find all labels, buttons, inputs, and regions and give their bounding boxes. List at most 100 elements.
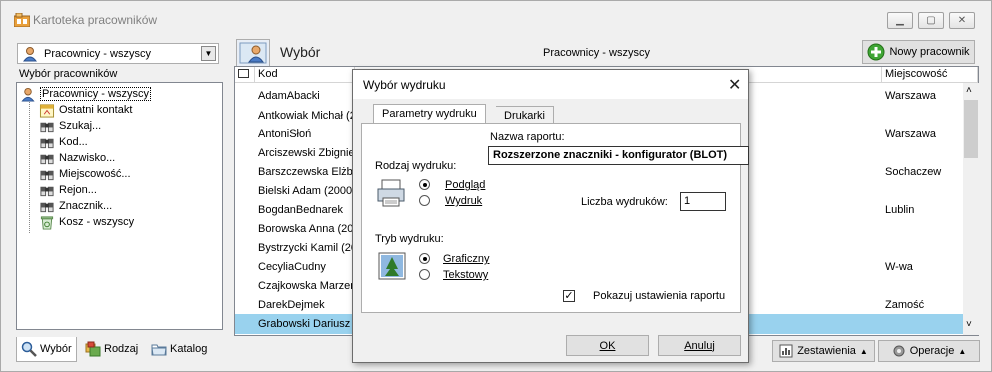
zestawienia-button[interactable]: Zestawienia ▲ — [772, 340, 875, 362]
show-settings-checkbox[interactable]: ✓ — [563, 290, 575, 302]
tab-parametry[interactable]: Parametry wydruku — [373, 104, 486, 124]
column-header-label: Kod — [258, 68, 278, 80]
new-employee-button[interactable]: Nowy pracownik — [862, 40, 975, 64]
dialog-title-bar: Wybór wydruku ✕ — [353, 70, 748, 99]
tree-connector — [29, 99, 30, 233]
cancel-button[interactable]: Anuluj — [658, 335, 741, 356]
cell-kod: BogdanBednarek — [258, 204, 344, 216]
close-window-button[interactable]: ✕ — [949, 12, 975, 29]
left-caption: Wybór pracowników — [19, 68, 118, 80]
header-user-icon — [236, 39, 270, 67]
tab-label: Katalog — [170, 343, 208, 355]
minimize-button[interactable]: ▁ — [887, 12, 913, 29]
chevron-up-icon: ▲ — [859, 346, 868, 356]
minimize-icon: ▁ — [896, 15, 904, 26]
report-name-label: Nazwa raportu: — [490, 131, 565, 143]
tree-item-label: Znacznik... — [59, 200, 113, 212]
user-icon — [21, 87, 35, 102]
cell-city: W-wa — [885, 261, 913, 273]
cell-city: Sochaczew — [885, 166, 942, 178]
app-icon — [14, 13, 30, 27]
cell-kod: Arciszewski Zbignie — [258, 147, 355, 159]
cell-city: Warszawa — [885, 128, 936, 140]
filter-combo[interactable]: Pracownicy - wszyscy ▼ — [17, 43, 219, 64]
selection-tree: Pracownicy - wszyscy Ostatni kontakt Szu… — [16, 82, 223, 330]
tree-item-label: Kosz - wszyscy — [59, 216, 135, 228]
operacje-button[interactable]: Operacje ▲ — [878, 340, 980, 362]
chevron-up-icon[interactable]: ˄ — [966, 85, 972, 96]
close-icon: ✕ — [957, 15, 967, 26]
check-icon: ✓ — [564, 290, 574, 302]
tekstowy-label: Tekstowy — [443, 269, 489, 281]
print-mode-label: Tryb wydruku: — [375, 233, 444, 245]
new-employee-label: Nowy pracownik — [889, 46, 970, 58]
plus-icon — [867, 43, 885, 61]
tree-item-label: Pracownicy - wszyscy — [40, 87, 151, 101]
maximize-icon: ▢ — [926, 15, 936, 26]
tab-katalog[interactable]: Katalog — [147, 337, 211, 361]
cell-city: Zamość — [885, 299, 925, 311]
print-type-label: Rodzaj wydruku: — [375, 160, 457, 172]
maximize-button[interactable]: ▢ — [918, 12, 944, 29]
dialog-title: Wybór wydruku — [363, 78, 446, 92]
show-settings-label: Pokazuj ustawienia raportu — [593, 290, 726, 302]
cell-kod: CecyliaCudny — [258, 261, 326, 273]
tree-item-label: Szukaj... — [59, 120, 102, 132]
window-title: Kartoteka pracowników — [33, 13, 158, 27]
cell-city: Lublin — [885, 204, 915, 216]
ok-label: OK — [599, 339, 616, 352]
binoculars-icon — [40, 122, 54, 133]
radio-graficzny[interactable] — [419, 253, 430, 264]
chevron-down-icon[interactable]: ▼ — [201, 46, 216, 61]
cell-kod: Bielski Adam (20003 — [258, 185, 358, 197]
cell-kod: Antkowiak Michał (2 — [258, 110, 356, 122]
tab-rodzaj[interactable]: Rodzaj — [81, 337, 142, 361]
column-header-miejscowosc[interactable]: Miejscowość — [882, 67, 978, 83]
tab-label: Drukarki — [504, 110, 545, 122]
cell-city: Warszawa — [885, 90, 936, 102]
copies-label: Liczba wydruków: — [581, 196, 668, 208]
podglad-label: Podgląd — [445, 179, 486, 191]
gear-icon — [893, 345, 905, 357]
close-icon[interactable]: ✕ — [728, 75, 741, 95]
filter-combo-value: Pracownicy - wszyscy — [44, 48, 151, 60]
tree-item-label: Kod... — [59, 136, 88, 148]
cell-kod: Czajkowska Marzen — [258, 280, 357, 292]
picture-icon — [378, 252, 406, 280]
chevron-down-icon[interactable]: ˅ — [966, 319, 972, 330]
radio-podglad[interactable] — [419, 179, 430, 190]
user-icon — [22, 47, 38, 62]
cell-kod: DarekDejmek — [258, 299, 325, 311]
binoculars-icon — [40, 202, 54, 213]
search-icon — [21, 341, 37, 357]
cell-kod: Bystrzycki Kamil (20 — [258, 242, 358, 254]
operacje-label: Operacje — [909, 345, 955, 357]
radio-tekstowy[interactable] — [419, 269, 430, 280]
cancel-label: Anuluj — [684, 339, 715, 352]
list-scrollbar[interactable]: ˄ ˅ — [963, 83, 979, 335]
calendar-icon — [39, 104, 55, 118]
cell-kod: Borowska Anna (200 — [258, 223, 358, 235]
report-name-field[interactable]: Rozszerzone znaczniki - konfigurator (BL… — [488, 146, 749, 165]
tree-item-label: Miejscowość... — [59, 168, 131, 180]
copies-input[interactable]: 1 — [680, 192, 726, 211]
checkbox-icon — [238, 69, 249, 78]
column-header-label: Miejscowość — [885, 68, 948, 80]
cell-kod: Grabowski Dariusz ( — [258, 318, 358, 330]
column-header-kod[interactable]: Kod — [255, 67, 355, 83]
select-all-checkbox[interactable] — [235, 67, 255, 83]
ok-button[interactable]: OK — [566, 335, 649, 356]
binoculars-icon — [40, 170, 54, 181]
zestawienia-label: Zestawienia — [797, 345, 856, 357]
binoculars-icon — [40, 154, 54, 165]
radio-wydruk[interactable] — [419, 195, 430, 206]
recycle-bin-icon — [40, 216, 54, 230]
folders-icon — [85, 341, 101, 357]
cell-kod: Barszczewska Elżbi — [258, 166, 356, 178]
tab-panel-parametry: Nazwa raportu: Rozszerzone znaczniki - k… — [361, 123, 749, 313]
scrollbar-thumb[interactable] — [964, 100, 978, 158]
title-bar: Kartoteka pracowników ▁ ▢ ✕ — [1, 1, 991, 31]
tab-wybor[interactable]: Wybór — [16, 337, 77, 362]
printer-icon — [377, 179, 405, 207]
tab-drukarki[interactable]: Drukarki — [496, 106, 554, 124]
